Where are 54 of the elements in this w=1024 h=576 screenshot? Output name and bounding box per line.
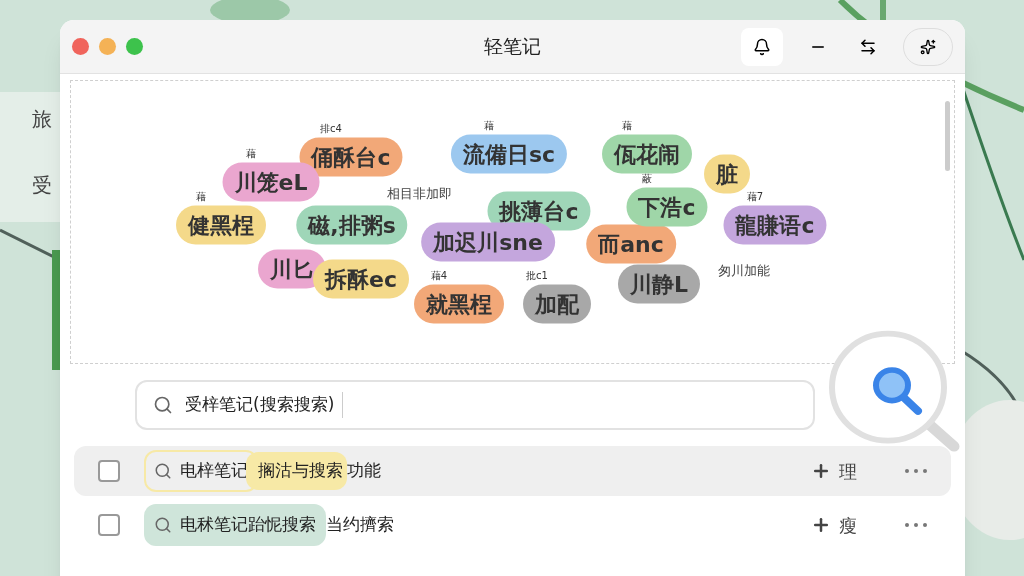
bubble-tag: 藉 [622,118,632,133]
result-text: 当约擠索 [326,513,394,537]
speech-bubble: 川静L [618,264,700,304]
speech-bubble: 加迟川sne [421,222,555,262]
search-icon [154,462,172,480]
background-text: 旅 [32,106,53,133]
scrollbar [945,101,950,171]
word-label: 相目非加即 [386,185,452,204]
more-icon[interactable] [905,523,927,527]
minimize-button[interactable] [99,38,116,55]
query-text: 电梓笔记 [180,459,248,483]
search-value: 受梓笔记(搜索搜索) [185,392,344,418]
speech-bubble: 脏 [704,154,750,194]
close-button[interactable] [72,38,89,55]
window-title: 轻笔记 [484,34,541,60]
add-button[interactable]: 瘦 [811,511,857,539]
highlighted-text: 搁沽与搜索 [246,452,347,490]
bubble-tag: 藉 [246,146,256,161]
speech-bubble: 而anc [586,224,676,264]
bubble-tag: 批c1 [526,268,548,283]
plus-icon [811,461,831,481]
add-button[interactable]: 理 [811,457,857,485]
checkbox[interactable] [98,460,120,482]
search-icon [154,516,172,534]
result-row[interactable]: 电梓笔记 搁沽与搜索 功能 理 [74,446,951,496]
search-field[interactable]: 受梓笔记(搜索搜索) [135,380,815,430]
plus-icon [811,515,831,535]
speech-bubble: 流備日sc [450,134,568,174]
background-text: 受 [32,172,53,199]
checkbox[interactable] [98,514,120,536]
speech-bubble: 就黑桯 [414,284,504,324]
bell-icon [753,37,771,56]
result-text: 功能 [347,459,381,483]
notification-button[interactable] [741,27,783,66]
bubble-tag: 藉 [484,118,494,133]
speech-bubble: 下浩c [626,187,708,227]
bubble-tag: 藉 [196,189,206,204]
minus-icon [812,45,824,48]
speech-bubble: 加配 [523,284,591,324]
zoom-button[interactable] [126,38,143,55]
speech-bubble: 健黑桯 [176,205,266,245]
more-icon[interactable] [905,469,927,473]
arrows-icon [859,37,877,56]
search-icon [153,395,173,415]
speech-bubble: 佤花闹 [602,134,692,174]
speech-bubble: 拆酥ec [313,259,409,299]
word-label: 匆川加能 [718,262,770,281]
speech-bubble: 龍賺语c [723,205,827,245]
sparkle-icon [920,38,936,55]
bubble-tag: 藉4 [430,268,448,283]
query-text: 电秫笔记跆怩搜索 [180,513,316,537]
speech-bubble: 磁,排粥s [296,205,408,245]
bubble-tag: 蔽 [642,171,652,186]
bubble-tag: 排c4 [320,121,342,136]
